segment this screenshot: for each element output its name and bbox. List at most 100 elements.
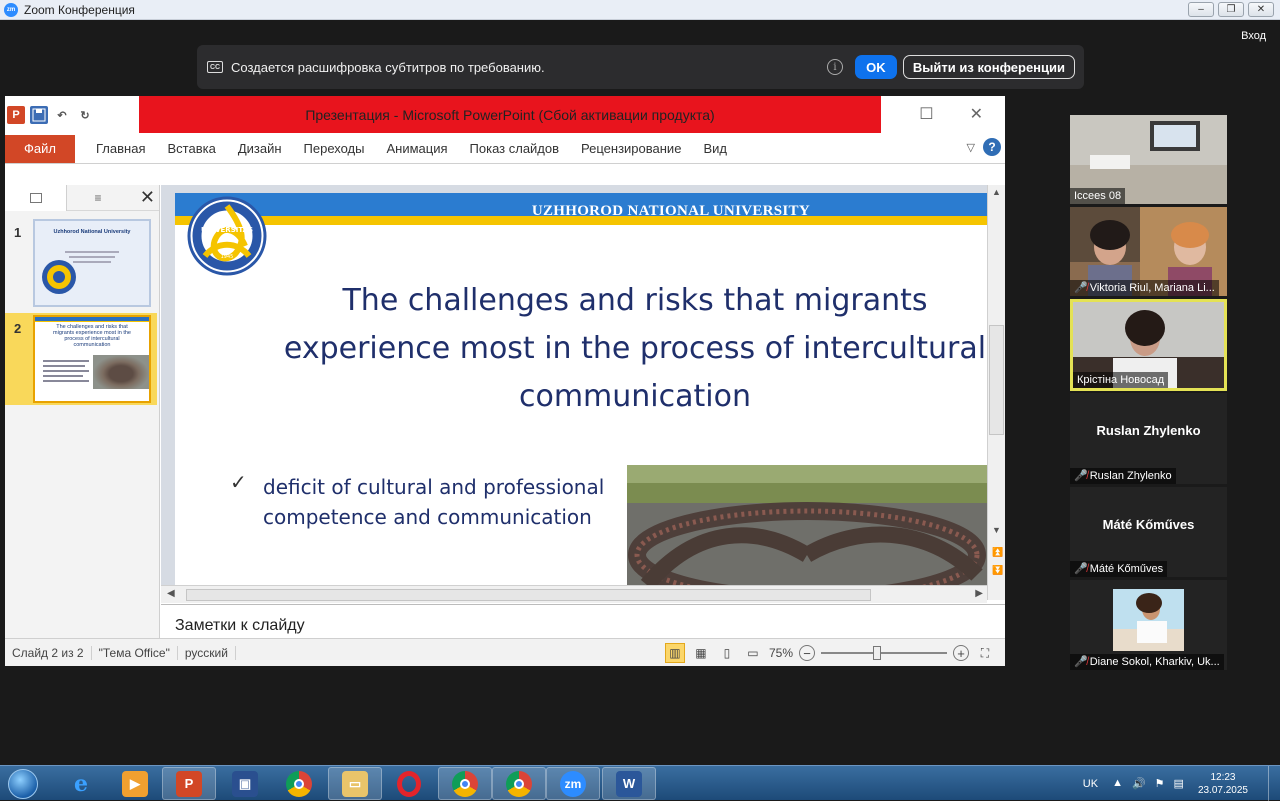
- normal-view-icon[interactable]: ▥: [664, 643, 685, 663]
- tab-slides[interactable]: [5, 184, 67, 211]
- ppt-window-controls: ☐ ✕: [919, 104, 983, 124]
- tab-review[interactable]: Рецензирование: [570, 141, 692, 156]
- clock[interactable]: 12:23 23.07.2025: [1198, 771, 1248, 797]
- taskbar-chrome-profile-2[interactable]: [492, 767, 546, 800]
- participant-name: Iccees 08: [1070, 188, 1126, 204]
- keyboard-language[interactable]: UK: [1083, 778, 1098, 790]
- flag-icon[interactable]: ⚑: [1155, 777, 1165, 790]
- info-icon[interactable]: i: [826, 59, 843, 75]
- tab-transitions[interactable]: Переходы: [293, 141, 376, 156]
- minimize-button[interactable]: –: [1188, 2, 1214, 17]
- slide-title-line-3: communication: [518, 379, 751, 414]
- taskbar-internet-explorer[interactable]: e: [54, 767, 108, 800]
- scroll-up-icon[interactable]: ▲: [992, 187, 1001, 197]
- volume-icon[interactable]: 🔊: [1132, 777, 1146, 790]
- zoom-slider-knob[interactable]: [873, 646, 881, 660]
- taskbar-chrome[interactable]: [272, 767, 326, 800]
- taskbar-word[interactable]: W: [602, 767, 656, 800]
- taskbar-zoom[interactable]: zm: [546, 767, 600, 800]
- close-button[interactable]: ✕: [1248, 2, 1274, 17]
- previous-slide-icon[interactable]: ⏫: [992, 547, 1003, 558]
- ppt-close-icon[interactable]: ✕: [970, 104, 983, 124]
- ribbon-collapse-icon[interactable]: ▽: [967, 141, 975, 154]
- close-pane-icon[interactable]: ✕: [140, 187, 155, 208]
- vertical-scrollbar[interactable]: ▲ ▼ ⏫ ⏬: [987, 185, 1005, 600]
- tab-home[interactable]: Главная: [85, 141, 156, 156]
- logo-text: UNIVERSITAS: [201, 226, 253, 234]
- reading-view-icon[interactable]: ▯: [717, 643, 737, 663]
- participant-tile-1[interactable]: Iccees 08: [1070, 115, 1227, 204]
- participant-tile-2[interactable]: 🎤̸ Viktoria Riul, Mariana Li...: [1070, 207, 1227, 296]
- participant-tile-5[interactable]: Máté Kőműves 🎤̸ Máté Kőműves: [1070, 487, 1227, 577]
- leave-meeting-button[interactable]: Выйти из конференции: [902, 55, 1075, 79]
- participant-tile-6[interactable]: 🎤̸ Diane Sokol, Kharkiv, Uk...: [1070, 580, 1227, 670]
- chrome-icon: [506, 770, 532, 797]
- horizontal-scrollbar[interactable]: ◀ ▶: [161, 585, 987, 603]
- participant-avatar: [1113, 589, 1184, 651]
- tab-slideshow[interactable]: Показ слайдов: [459, 141, 571, 156]
- scroll-thumb[interactable]: [989, 325, 1004, 435]
- zoom-logo-icon: zm: [4, 2, 18, 17]
- internet-explorer-icon: e: [74, 770, 88, 797]
- slide-preview: The challenges and risks that migrants e…: [33, 315, 151, 403]
- participant-name: 🎤̸ Máté Kőműves: [1070, 561, 1168, 577]
- show-hidden-icons-icon[interactable]: ▲: [1112, 777, 1123, 790]
- taskbar-opera[interactable]: [382, 767, 436, 800]
- window-title: Zoom Конференция: [24, 2, 135, 17]
- tab-file[interactable]: Файл: [5, 134, 75, 163]
- taskbar-chrome-profile-1[interactable]: [438, 767, 492, 800]
- slide-title-line-2: experience most in the process of interc…: [283, 331, 987, 366]
- zoom-in-icon[interactable]: +: [953, 645, 969, 661]
- participant-name: 🎤̸ Ruslan Zhylenko: [1070, 468, 1176, 484]
- taskbar-save-app[interactable]: ▣: [218, 767, 272, 800]
- tab-outline[interactable]: ≡: [67, 185, 129, 211]
- slide-thumbnail-2[interactable]: 2 The challenges and risks that migrants…: [5, 313, 157, 405]
- participant-tile-4[interactable]: Ruslan Zhylenko 🎤̸ Ruslan Zhylenko: [1070, 393, 1227, 484]
- slide-university-name: UZHHOROD NATIONAL UNIVERSITY: [531, 203, 810, 219]
- zoom-slider[interactable]: [821, 646, 947, 660]
- windows-taskbar: e ▶ P ▣ ▭ zm W UK ▲ 🔊 ⚑ ▤ 12:23 23.07.20…: [0, 765, 1280, 801]
- show-desktop-button[interactable]: [1268, 766, 1280, 801]
- university-logo-icon: UNIVERSITAS 1945: [187, 196, 267, 276]
- current-slide[interactable]: UZHHOROD NATIONAL UNIVERSITY UNIVERSITAS…: [175, 193, 990, 593]
- redo-icon[interactable]: ↻: [76, 106, 94, 124]
- slideshow-icon[interactable]: ▭: [743, 643, 763, 663]
- scroll-down-icon[interactable]: ▼: [992, 525, 1001, 535]
- next-slide-icon[interactable]: ⏬: [992, 565, 1003, 576]
- slide-sorter-icon[interactable]: ▦: [691, 643, 711, 663]
- restore-button[interactable]: ❐: [1218, 2, 1244, 17]
- windows-logo-icon: [8, 768, 38, 799]
- slide-thumbnail-1[interactable]: 1 Uzhhorod National University: [5, 217, 157, 309]
- zoom-out-icon[interactable]: −: [799, 645, 815, 661]
- ok-button[interactable]: OK: [854, 55, 897, 79]
- notes-pane[interactable]: Заметки к слайду: [161, 604, 1005, 638]
- ppt-titlebar: P ↶ ↻ Презентация - Microsoft PowerPoint…: [5, 96, 1005, 133]
- zoom-level[interactable]: 75%: [769, 646, 793, 660]
- signin-link[interactable]: Вход: [1241, 30, 1266, 42]
- ppt-maximize-icon[interactable]: ☐: [919, 104, 933, 124]
- undo-icon[interactable]: ↶: [53, 106, 71, 124]
- tab-design[interactable]: Дизайн: [227, 141, 293, 156]
- mini-slide-photo: [93, 355, 149, 389]
- horizontal-scroll-thumb[interactable]: [186, 589, 871, 601]
- start-button[interactable]: [4, 767, 42, 800]
- tab-animations[interactable]: Анимация: [376, 141, 459, 156]
- participant-name: 🎤̸ Viktoria Riul, Mariana Li...: [1070, 280, 1219, 296]
- language-indicator[interactable]: русский: [178, 645, 236, 660]
- tab-insert[interactable]: Вставка: [156, 141, 226, 156]
- fit-to-window-icon[interactable]: ⛶: [975, 643, 995, 663]
- slide-title: The challenges and risks that migrants e…: [235, 277, 990, 421]
- help-icon[interactable]: ?: [983, 138, 1001, 156]
- taskbar-file-explorer[interactable]: ▭: [328, 767, 382, 800]
- slide-thumbnails-pane: ≡ ✕ 1 Uzhhorod National University 2 The…: [5, 184, 160, 638]
- scroll-right-icon[interactable]: ▶: [975, 588, 983, 599]
- participant-tile-3-active-speaker[interactable]: Крістіна Новосад: [1070, 299, 1227, 391]
- taskbar-powerpoint[interactable]: P: [162, 767, 216, 800]
- taskbar-media-player[interactable]: ▶: [108, 767, 162, 800]
- mini-slide-title: The challenges and risks that migrants e…: [53, 324, 131, 348]
- save-icon[interactable]: [30, 106, 48, 124]
- scroll-left-icon[interactable]: ◀: [167, 588, 175, 599]
- tab-view[interactable]: Вид: [692, 141, 738, 156]
- caption-banner-text: Создается расшифровка субтитров по требо…: [231, 59, 545, 75]
- network-icon[interactable]: ▤: [1174, 777, 1184, 790]
